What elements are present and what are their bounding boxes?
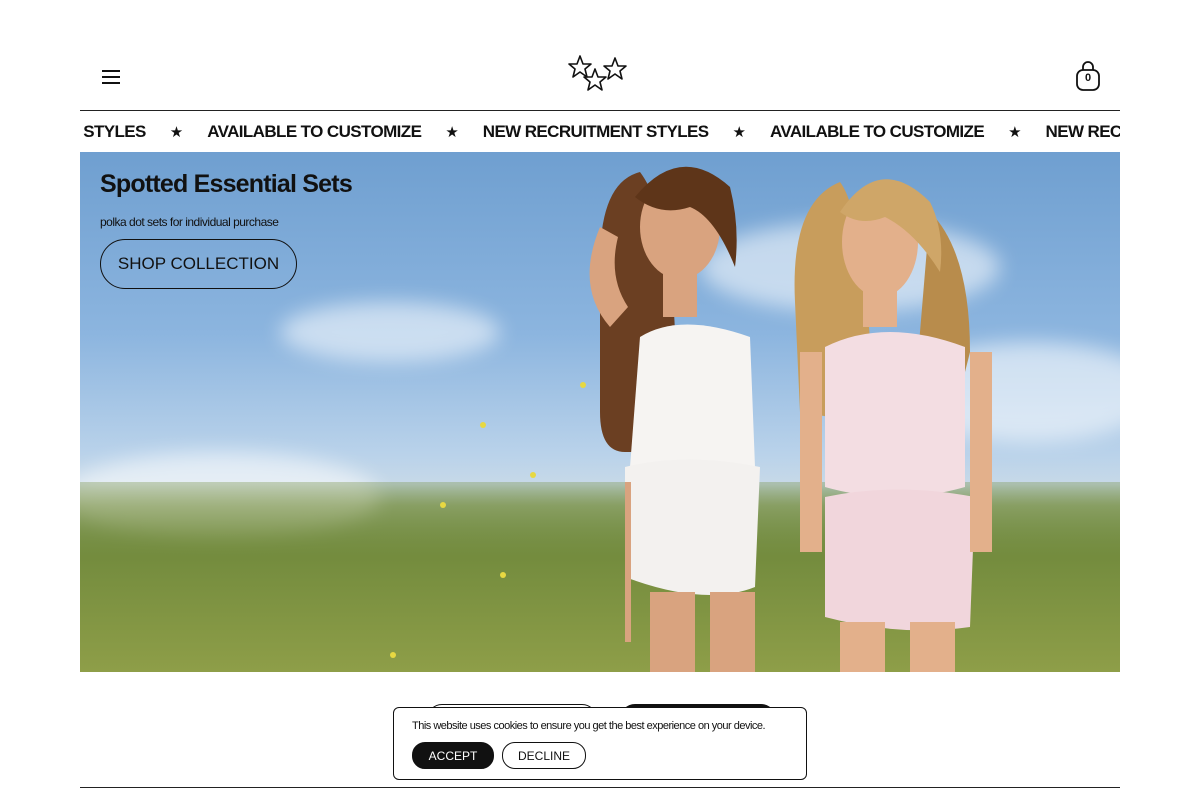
announcement-bar: NEW RECRUITMENT STYLES ★ AVAILABLE TO CU… xyxy=(80,110,1120,153)
wildflower xyxy=(480,422,486,428)
wildflower xyxy=(530,472,536,478)
cart-button[interactable]: 0 xyxy=(1074,60,1102,92)
star-separator-icon: ★ xyxy=(1008,123,1022,141)
hero-text-block: Spotted Essential Sets polka dot sets fo… xyxy=(100,170,353,289)
shop-collection-button[interactable]: SHOP COLLECTION xyxy=(100,239,297,289)
model-left-figure xyxy=(589,166,760,672)
hero-title: Spotted Essential Sets xyxy=(100,170,353,198)
cookie-consent-banner: This website uses cookies to ensure you … xyxy=(393,707,807,780)
announcement-item: NEW RECRUITMENT STYLES xyxy=(482,121,709,141)
section-divider xyxy=(80,787,1120,788)
wildflower xyxy=(390,652,396,658)
hero-banner[interactable]: Spotted Essential Sets polka dot sets fo… xyxy=(80,152,1120,672)
decline-cookies-button[interactable]: DECLINE xyxy=(502,742,586,769)
cart-count-badge: 0 xyxy=(1084,72,1092,84)
announcement-item: NEW RECRUITMENT STYLES xyxy=(80,121,146,141)
site-header: 0 xyxy=(80,50,1120,110)
star-separator-icon: ★ xyxy=(169,123,184,141)
wildflower xyxy=(580,382,586,388)
hamburger-menu-icon[interactable] xyxy=(100,66,124,88)
wildflower xyxy=(440,502,446,508)
model-right-figure xyxy=(794,179,992,672)
stars-logo-icon[interactable] xyxy=(568,54,632,96)
announcement-item: AVAILABLE TO CUSTOMIZE xyxy=(769,121,985,141)
star-separator-icon: ★ xyxy=(445,123,459,141)
star-separator-icon: ★ xyxy=(732,123,746,141)
cookie-message: This website uses cookies to ensure you … xyxy=(412,720,766,732)
wildflower xyxy=(500,572,506,578)
announcement-item: AVAILABLE TO CUSTOMIZE xyxy=(207,121,422,141)
accept-cookies-button[interactable]: ACCEPT xyxy=(412,742,494,769)
announcement-item: NEW RECRUITMENT STYLES xyxy=(1045,121,1120,141)
hero-subtitle: polka dot sets for individual purchase xyxy=(100,215,279,229)
announcement-track: NEW RECRUITMENT STYLES ★ AVAILABLE TO CU… xyxy=(80,111,1120,152)
